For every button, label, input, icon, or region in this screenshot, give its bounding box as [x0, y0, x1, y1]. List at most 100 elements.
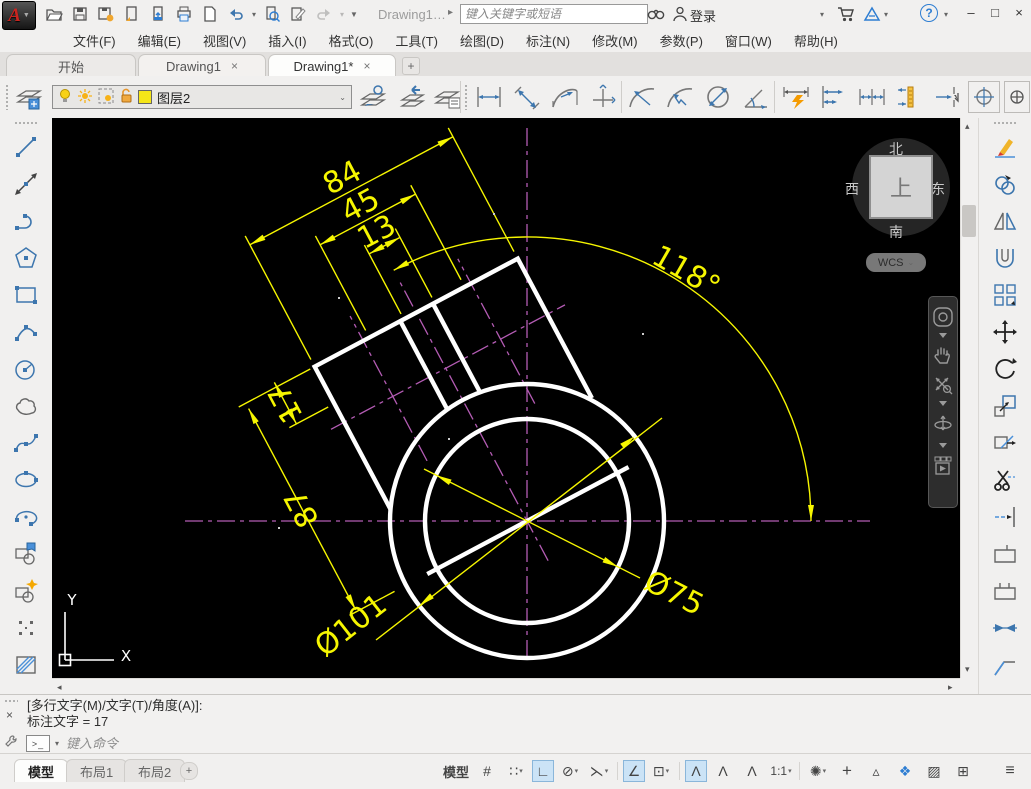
- toolbar-overflow-button[interactable]: [1004, 81, 1030, 113]
- a360-dropdown-icon[interactable]: ▾: [884, 10, 888, 19]
- redo-dropdown-icon[interactable]: ▾: [340, 10, 344, 19]
- menu-window[interactable]: 窗口(W): [714, 28, 783, 53]
- chevron-down-icon[interactable]: ▾: [666, 767, 670, 775]
- close-icon[interactable]: ×: [231, 59, 238, 73]
- open-button[interactable]: [44, 4, 64, 24]
- chamfer-tool[interactable]: [988, 648, 1022, 681]
- window-close-button[interactable]: ×: [1008, 3, 1030, 21]
- annotation-visibility-icon[interactable]: Λ: [685, 760, 707, 782]
- dimension-texts[interactable]: 84 45 13 17 87: [151, 151, 501, 533]
- window-minimize-button[interactable]: –: [960, 3, 982, 21]
- menu-view[interactable]: 视图(V): [192, 28, 257, 53]
- insert-block-tool[interactable]: [9, 537, 43, 570]
- polyline-tool[interactable]: [9, 204, 43, 237]
- radius-dimension-button[interactable]: [624, 79, 660, 115]
- annotation-scale-list-icon[interactable]: Λ: [739, 760, 765, 782]
- layer-on-bulb-icon[interactable]: [58, 88, 72, 107]
- isodraft-icon[interactable]: ⋋▾: [586, 760, 612, 782]
- aligned-dimension-button[interactable]: [509, 79, 545, 115]
- copy-tool[interactable]: [988, 167, 1022, 200]
- baseline-dimension-button[interactable]: [816, 79, 852, 115]
- menu-modify[interactable]: 修改(M): [581, 28, 649, 53]
- continue-dimension-button[interactable]: [854, 79, 890, 115]
- customize-wrench-icon[interactable]: [4, 734, 22, 753]
- scroll-down-icon[interactable]: ▾: [965, 664, 970, 675]
- viewcube-east[interactable]: 东: [931, 179, 945, 199]
- command-input[interactable]: [64, 735, 368, 752]
- make-block-tool[interactable]: [9, 574, 43, 607]
- plot-button[interactable]: [174, 4, 194, 24]
- layout-tab-1[interactable]: 布局1: [66, 759, 127, 782]
- infocenter-toggle-icon[interactable]: ▸: [448, 7, 453, 18]
- rectangle-tool[interactable]: [9, 278, 43, 311]
- construction-line-tool[interactable]: [9, 167, 43, 200]
- move-tool[interactable]: [988, 315, 1022, 348]
- layer-thaw-sun-icon[interactable]: [77, 88, 93, 107]
- ellipse-arc-tool[interactable]: [9, 500, 43, 533]
- wcs-menu[interactable]: WCS⌄: [866, 253, 926, 272]
- modify-toolbar-grip[interactable]: [993, 121, 1017, 126]
- signin-dropdown-icon[interactable]: ▾: [820, 10, 824, 19]
- a360-icon[interactable]: [862, 4, 882, 24]
- command-panel-grip[interactable]: [4, 699, 18, 704]
- line-tool[interactable]: [9, 130, 43, 163]
- scroll-left-icon[interactable]: ◂: [57, 682, 62, 693]
- linear-dimension-button[interactable]: [471, 79, 507, 115]
- mirror-tool[interactable]: [988, 204, 1022, 237]
- hardware-accel-icon[interactable]: ❖: [892, 760, 918, 782]
- circle-tool[interactable]: [9, 352, 43, 385]
- menu-tools[interactable]: 工具(T): [384, 28, 449, 53]
- orbit-dropdown-icon[interactable]: [932, 443, 954, 448]
- layout-tab-2[interactable]: 布局2: [124, 759, 185, 782]
- chevron-down-icon[interactable]: ▾: [605, 767, 609, 775]
- orbit-icon[interactable]: [932, 413, 954, 435]
- join-tool[interactable]: [988, 611, 1022, 644]
- layer-unlock-icon[interactable]: [119, 88, 133, 107]
- clean-screen-icon[interactable]: ⊞: [950, 760, 976, 782]
- vertical-scrollbar[interactable]: [960, 118, 979, 678]
- save-button[interactable]: [70, 4, 90, 24]
- new-drawing-button[interactable]: [200, 4, 220, 24]
- chevron-down-icon[interactable]: ▾: [519, 767, 523, 775]
- model-space-toggle[interactable]: 模型: [441, 760, 471, 782]
- layout-tab-model[interactable]: 模型: [14, 759, 68, 782]
- ordinate-dimension-button[interactable]: [585, 79, 621, 115]
- pan-icon[interactable]: [932, 345, 954, 365]
- rotate-tool[interactable]: [988, 352, 1022, 385]
- layers-toolbar-grip[interactable]: [5, 84, 10, 110]
- navigation-wheel-icon[interactable]: [932, 307, 954, 327]
- viewcube-top-face[interactable]: 上: [869, 155, 933, 219]
- vertical-scroll-thumb[interactable]: [962, 205, 976, 237]
- menu-help[interactable]: 帮助(H): [783, 28, 849, 53]
- break-tool[interactable]: [988, 574, 1022, 607]
- menu-file[interactable]: 文件(F): [62, 28, 127, 53]
- snap-icon[interactable]: ∷▾: [503, 760, 529, 782]
- performance-icon[interactable]: ▨: [921, 760, 947, 782]
- ellipse-tool[interactable]: [9, 463, 43, 496]
- stretch-tool[interactable]: [988, 426, 1022, 459]
- zoom-dropdown-icon[interactable]: [932, 401, 954, 406]
- linear-dimensions[interactable]: [169, 128, 628, 615]
- annotation-autoscale-icon[interactable]: Λ: [710, 760, 736, 782]
- layer-freeze-viewport-icon[interactable]: [98, 88, 114, 107]
- command-close-icon[interactable]: ×: [6, 708, 22, 722]
- preview-button[interactable]: [262, 4, 282, 24]
- menu-edit[interactable]: 编辑(E): [127, 28, 192, 53]
- revision-cloud-tool[interactable]: [9, 389, 43, 422]
- viewcube-south[interactable]: 南: [889, 222, 903, 242]
- cad-geometry[interactable]: 84 45 13 17 87: [52, 118, 960, 678]
- osnap-icon[interactable]: ⊡▾: [648, 760, 674, 782]
- zoom-icon[interactable]: [932, 375, 954, 395]
- center-mark-button[interactable]: [968, 81, 1000, 113]
- user-icon[interactable]: [670, 4, 690, 24]
- layer-color-swatch[interactable]: [138, 90, 152, 104]
- search-input[interactable]: [460, 4, 648, 24]
- showmotion-icon[interactable]: [932, 455, 954, 477]
- qat-customize-icon[interactable]: ▼: [350, 10, 358, 19]
- trim-tool[interactable]: [988, 463, 1022, 496]
- undo-dropdown-icon[interactable]: ▾: [252, 10, 256, 19]
- erase-tool[interactable]: [988, 130, 1022, 163]
- application-menu-button[interactable]: A ▼: [2, 1, 36, 30]
- workspace-gear-icon[interactable]: ✺▾: [805, 760, 831, 782]
- dimension-space-button[interactable]: [892, 79, 928, 115]
